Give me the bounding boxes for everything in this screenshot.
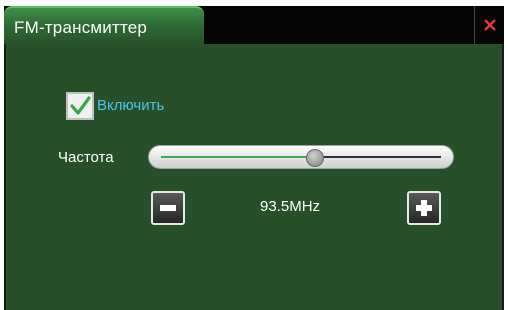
close-button[interactable] (474, 6, 504, 44)
minus-icon (160, 205, 176, 211)
decrease-frequency-button[interactable] (151, 191, 185, 225)
frequency-slider[interactable] (148, 145, 454, 169)
enable-checkbox[interactable] (66, 92, 94, 120)
slider-thumb[interactable] (306, 149, 324, 167)
plus-icon (416, 200, 432, 216)
frequency-value: 93.5MHz (260, 198, 321, 215)
fm-transmitter-window: FM-трансмиттер Включить Частота 93.5MHz (0, 0, 508, 310)
increase-frequency-button[interactable] (407, 191, 441, 225)
slider-fill (161, 156, 315, 158)
window-title: FM-трансмиттер (14, 18, 148, 37)
slider-rest (315, 156, 441, 158)
checkmark-icon (70, 96, 91, 115)
frequency-label: Частота (58, 149, 114, 166)
close-icon (483, 19, 496, 31)
content-panel: Включить Частота 93.5MHz (4, 44, 504, 310)
title-tab: FM-трансмиттер (4, 6, 204, 46)
enable-label[interactable]: Включить (97, 97, 164, 114)
